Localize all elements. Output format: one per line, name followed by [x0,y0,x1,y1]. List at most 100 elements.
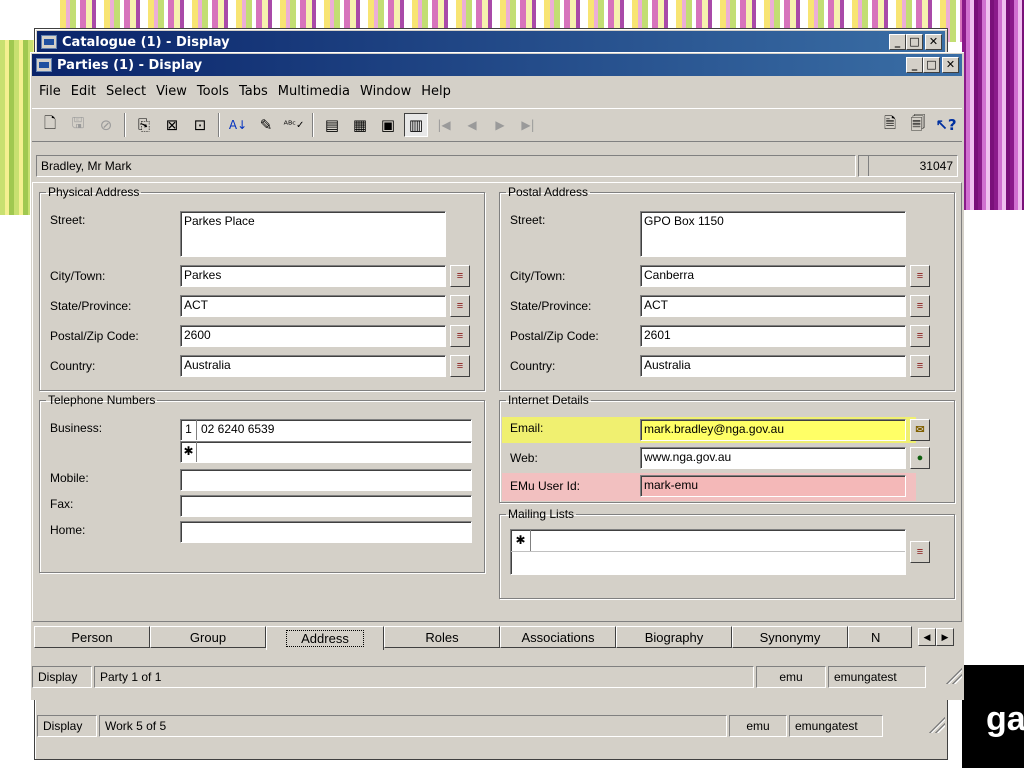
menu-window[interactable]: Window [355,84,416,99]
country-label: Country: [510,359,556,373]
physical-state-field[interactable]: ACT [180,295,446,317]
tab-roles[interactable]: Roles [384,626,500,648]
lookup-list-icon[interactable]: ≡ [910,355,930,377]
fax-label: Fax: [50,497,74,511]
context-help-icon[interactable]: ↖? [934,113,958,137]
menu-multimedia[interactable]: Multimedia [273,84,355,99]
resize-grip[interactable] [944,666,962,684]
business-phone-field[interactable]: 1 02 6240 6539 [180,419,472,441]
postal-city-field[interactable]: Canberra [640,265,906,287]
web-label: Web: [510,451,538,465]
search-mode-icon[interactable]: ⎘ [132,113,156,137]
user-id-field[interactable]: mark-emu [640,475,906,497]
toolbar-separator [312,113,314,137]
parties-statusbar: Display Party 1 of 1 emu emungatest [32,666,962,688]
next-record-icon[interactable]: ▶ [488,113,512,137]
tab-n[interactable]: N [848,626,912,648]
list-view-icon[interactable]: ▦ [348,113,372,137]
menu-tools[interactable]: Tools [192,84,234,99]
discard-record-icon[interactable]: ⊡ [188,113,212,137]
page-view-icon[interactable]: ▣ [376,113,400,137]
parties-titlebar[interactable]: Parties (1) - Display _ □ ✕ [32,54,962,76]
edit-icon[interactable]: ✎ [254,113,278,137]
mailing-lists-grid[interactable]: ✱ [510,529,906,575]
postal-postal-field[interactable]: 2601 [640,325,906,347]
menu-edit[interactable]: Edit [66,84,101,99]
business-phone-new-row[interactable]: ✱ [180,441,472,463]
physical-postal-field[interactable]: 2600 [180,325,446,347]
mobile-label: Mobile: [50,471,89,485]
save-icon[interactable]: 🖫 [66,113,90,137]
city-label: City/Town: [50,269,106,283]
details-view-icon[interactable]: ▤ [320,113,344,137]
tab-biography[interactable]: Biography [616,626,732,648]
sort-icon[interactable]: A↓ [226,113,250,137]
spellcheck-icon[interactable]: ᴬᴮᶜ✓ [282,113,306,137]
toolbar-separator [218,113,220,137]
lookup-list-icon[interactable]: ≡ [450,355,470,377]
copy-record-icon[interactable]: 🗐 [906,113,930,137]
minimize-button[interactable]: _ [889,34,906,50]
street-label: Street: [50,213,86,227]
lookup-list-icon[interactable]: ≡ [910,265,930,287]
menu-view[interactable]: View [151,84,192,99]
lookup-list-icon[interactable]: ≡ [910,295,930,317]
email-field[interactable]: mark.bradley@nga.gov.au [640,419,906,441]
tab-associations[interactable]: Associations [500,626,616,648]
maximize-button[interactable]: □ [923,57,940,73]
postal-label: Postal/Zip Code: [510,329,599,343]
lookup-list-icon[interactable]: ≡ [450,265,470,287]
lookup-list-icon[interactable]: ≡ [910,541,930,563]
state-label: State/Province: [510,299,592,313]
lookup-list-icon[interactable]: ≡ [910,325,930,347]
menu-help[interactable]: Help [416,84,456,99]
catalogue-title: Catalogue (1) - Display [62,34,230,50]
row-index: 1 [181,420,197,440]
menu-select[interactable]: Select [101,84,151,99]
tab-person[interactable]: Person [34,626,150,648]
first-record-icon[interactable]: |◀ [432,113,456,137]
send-email-icon[interactable]: ✉ [910,419,930,441]
tab-group[interactable]: Group [150,626,266,648]
attach-icon[interactable]: 🗎 [878,113,902,137]
business-phone-value: 02 6240 6539 [201,422,275,436]
web-field[interactable]: www.nga.gov.au [640,447,906,469]
maximize-button[interactable]: □ [906,34,923,50]
physical-city-field[interactable]: Parkes [180,265,446,287]
close-button[interactable]: ✕ [925,34,942,50]
postal-state-field[interactable]: ACT [640,295,906,317]
tab-label: N [871,629,881,645]
tab-synonymy[interactable]: Synonymy [732,626,848,648]
cancel-icon[interactable]: ⊘ [94,113,118,137]
home-label: Home: [50,523,86,537]
business-label: Business: [50,421,103,435]
home-field[interactable] [180,521,472,543]
resize-grip[interactable] [927,715,945,733]
lookup-list-icon[interactable]: ≡ [450,295,470,317]
postal-street-field[interactable]: GPO Box 1150 [640,211,906,257]
parties-window[interactable]: Parties (1) - Display _ □ ✕ File Edit Se… [30,52,964,700]
display-view-icon[interactable]: ▥ [404,113,428,137]
delete-record-icon[interactable]: ⊠ [160,113,184,137]
postal-address-group: Postal Address Street: GPO Box 1150 City… [499,185,955,391]
physical-country-field[interactable]: Australia [180,355,446,377]
tab-scroll-left-icon[interactable]: ◀ [918,628,936,646]
minimize-button[interactable]: _ [906,57,923,73]
close-button[interactable]: ✕ [942,57,959,73]
menu-file[interactable]: File [34,84,66,99]
lookup-list-icon[interactable]: ≡ [450,325,470,347]
tab-label: Biography [644,629,704,645]
previous-record-icon[interactable]: ◀ [460,113,484,137]
catalogue-titlebar[interactable]: Catalogue (1) - Display _ □ ✕ [37,31,945,53]
physical-street-field[interactable]: Parkes Place [180,211,446,257]
fax-field[interactable] [180,495,472,517]
new-record-icon[interactable]: 🗋 [38,113,62,137]
postal-country-field[interactable]: Australia [640,355,906,377]
last-record-icon[interactable]: ▶| [516,113,540,137]
globe-icon[interactable]: ● [910,447,930,469]
menu-tabs[interactable]: Tabs [234,84,273,99]
mobile-field[interactable] [180,469,472,491]
app-icon [41,35,57,49]
tab-address[interactable]: Address [266,626,384,650]
tab-scroll-right-icon[interactable]: ▶ [936,628,954,646]
